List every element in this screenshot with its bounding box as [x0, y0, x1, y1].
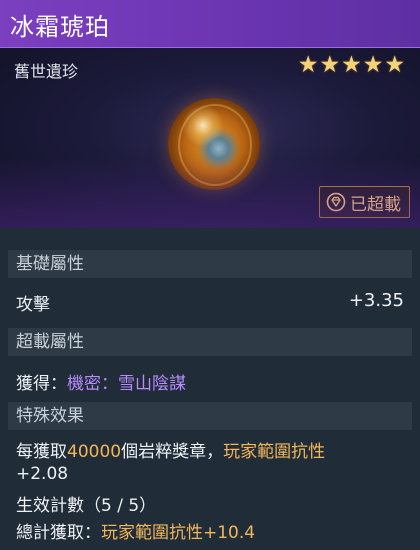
item-showcase: 舊世遺珍 ★★★★★ 已超載 [0, 48, 420, 228]
effect-threshold: 40000 [67, 442, 122, 462]
attack-stat-row: 攻擊 +3.35 [16, 290, 404, 315]
base-attributes-header: 基礎屬性 [8, 250, 412, 278]
effect-bonus-name: 玩家範圍抗性 [223, 442, 326, 462]
attack-label: 攻擊 [16, 295, 50, 315]
overcharged-badge: 已超載 [319, 186, 410, 218]
effect-text: 每獲取 [16, 442, 67, 462]
obtain-source-link[interactable]: 機密：雪山陰謀 [67, 374, 186, 394]
special-effect-line-1: 每獲取40000個岩粹獎章，玩家範圍抗性 [16, 437, 325, 462]
star-rating: ★★★★★ [297, 52, 406, 78]
diamond-badge-icon [326, 192, 346, 212]
effect-text-2: 個岩粹獎章， [121, 442, 224, 462]
total-value: 玩家範圍抗性+10.4 [101, 523, 256, 543]
amber-orb-image [168, 98, 260, 190]
total-prefix: 總計獲取： [16, 523, 101, 543]
obtain-prefix: 獲得： [16, 374, 67, 394]
effect-count-line: 生效計數（5 / 5） [16, 496, 157, 516]
item-rarity-label: 舊世遺珍 [14, 62, 79, 81]
special-effects-header: 特殊效果 [8, 402, 412, 430]
attack-value: +3.35 [348, 290, 404, 311]
special-effect-line-2: +2.08 [16, 464, 69, 484]
item-title-bar: 冰霜琥珀 [0, 0, 420, 48]
item-name: 冰霜琥珀 [10, 13, 110, 41]
obtain-source-line: 獲得：機密：雪山陰謀 [16, 369, 186, 394]
item-detail-card: 冰霜琥珀 舊世遺珍 ★★★★★ 已超載 基礎屬性 攻擊 +3.35 超載屬性 獲… [0, 0, 420, 550]
overcharge-attributes-header: 超載屬性 [8, 328, 412, 356]
total-obtained-line: 總計獲取：玩家範圍抗性+10.4 [16, 518, 255, 543]
overcharged-label: 已超載 [350, 194, 401, 215]
